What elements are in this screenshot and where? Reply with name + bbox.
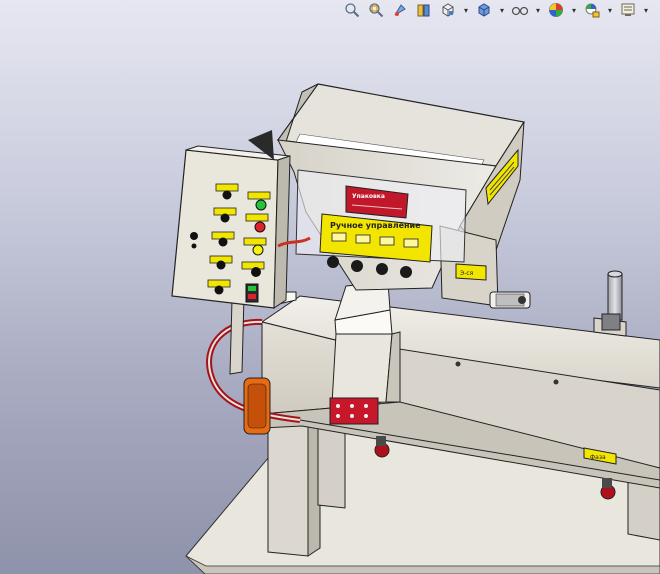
- front-clamp-plate: [329, 397, 379, 425]
- sensor-post: [593, 270, 627, 337]
- hopper-sign-text: Упаковка: [352, 193, 385, 200]
- machine-3d-model[interactable]: Упаковка Ручное управление Э-ся Фаза: [0, 0, 660, 574]
- control-cabinet: [171, 130, 291, 309]
- cad-viewport[interactable]: ▾ ▾ ▾ ▾ ▾ ▾ Упаковка Ручное управление Э…: [0, 0, 660, 574]
- dosing-column: [331, 281, 401, 405]
- drive-roller: [243, 377, 271, 435]
- side-small-label-text: Э-ся: [460, 270, 474, 277]
- motor-unit: [489, 291, 531, 309]
- front-panel-title: Ручное управление: [330, 221, 421, 230]
- side-small-label: Э-ся: [455, 263, 487, 281]
- rail-label-text: Фаза: [590, 454, 606, 461]
